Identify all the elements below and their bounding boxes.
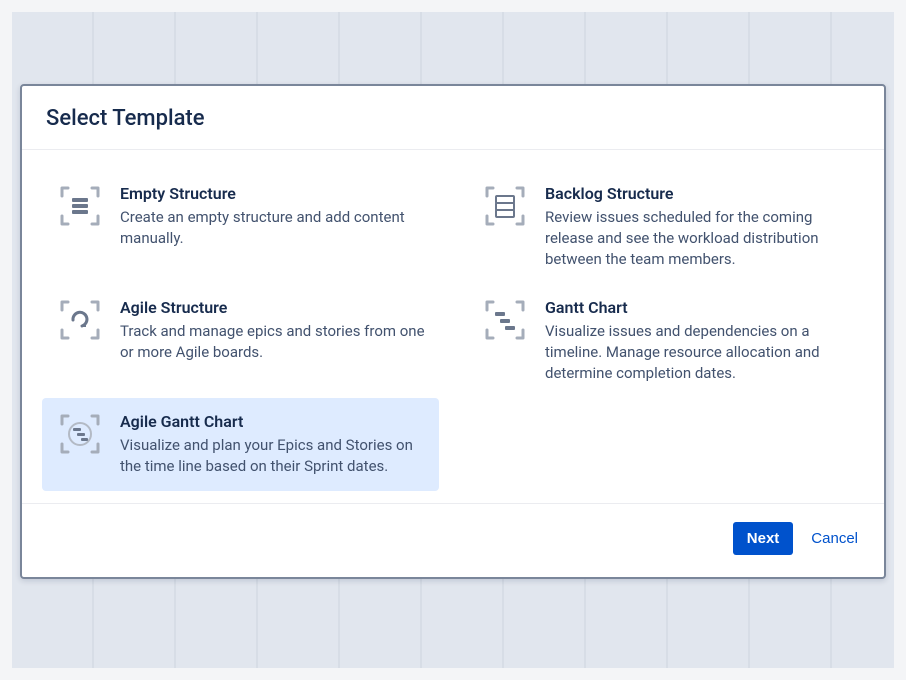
gantt-chart-icon [481, 298, 529, 342]
template-title: Gantt Chart [545, 298, 850, 317]
template-gantt-chart[interactable]: Gantt Chart Visualize issues and depende… [467, 284, 864, 398]
next-button[interactable]: Next [733, 522, 794, 555]
empty-structure-icon [56, 184, 104, 228]
template-agile-structure[interactable]: Agile Structure Track and manage epics a… [42, 284, 439, 398]
modal-footer: Next Cancel [22, 504, 884, 577]
template-grid: Empty Structure Create an empty structur… [22, 150, 884, 504]
template-body: Agile Gantt Chart Visualize and plan you… [120, 412, 425, 477]
template-backlog-structure[interactable]: Backlog Structure Review issues schedule… [467, 170, 864, 284]
template-body: Backlog Structure Review issues schedule… [545, 184, 850, 270]
modal-header: Select Template [22, 86, 884, 150]
template-agile-gantt-chart[interactable]: Agile Gantt Chart Visualize and plan you… [42, 398, 439, 491]
template-title: Agile Structure [120, 298, 425, 317]
template-empty-structure[interactable]: Empty Structure Create an empty structur… [42, 170, 439, 284]
modal-title: Select Template [46, 106, 860, 131]
template-desc: Visualize and plan your Epics and Storie… [120, 435, 425, 477]
template-title: Agile Gantt Chart [120, 412, 425, 431]
cancel-button[interactable]: Cancel [807, 522, 862, 555]
template-desc: Create an empty structure and add conten… [120, 207, 425, 249]
template-title: Backlog Structure [545, 184, 850, 203]
template-title: Empty Structure [120, 184, 425, 203]
template-grid-spacer [467, 398, 864, 491]
backlog-structure-icon [481, 184, 529, 228]
select-template-modal: Select Template Empty Structure Create a… [20, 84, 886, 579]
agile-structure-icon [56, 298, 104, 342]
template-body: Empty Structure Create an empty structur… [120, 184, 425, 249]
template-body: Gantt Chart Visualize issues and depende… [545, 298, 850, 384]
template-desc: Review issues scheduled for the coming r… [545, 207, 850, 270]
template-desc: Track and manage epics and stories from … [120, 321, 425, 363]
modal-backdrop: Select Template Empty Structure Create a… [12, 12, 894, 668]
template-desc: Visualize issues and dependencies on a t… [545, 321, 850, 384]
template-body: Agile Structure Track and manage epics a… [120, 298, 425, 363]
agile-gantt-chart-icon [56, 412, 104, 456]
